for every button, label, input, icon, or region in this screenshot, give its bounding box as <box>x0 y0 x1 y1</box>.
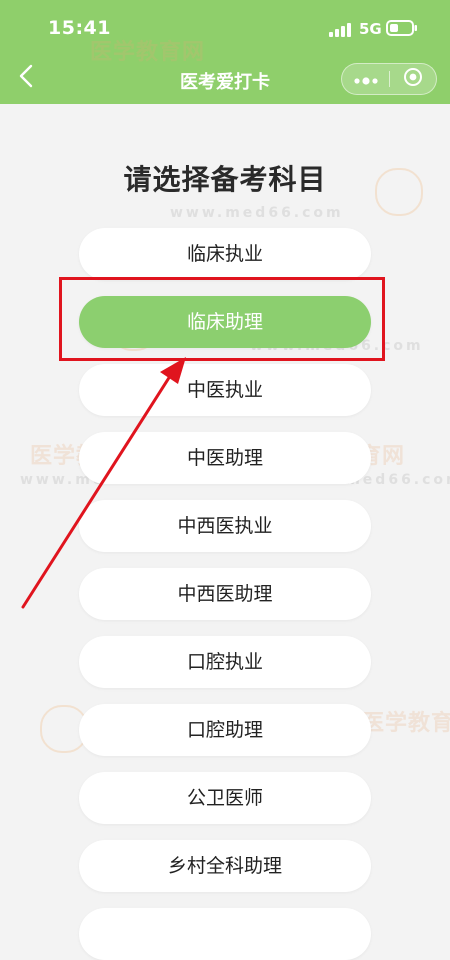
subject-button-partial[interactable] <box>79 908 371 960</box>
annotation-arrow-icon <box>21 357 186 609</box>
